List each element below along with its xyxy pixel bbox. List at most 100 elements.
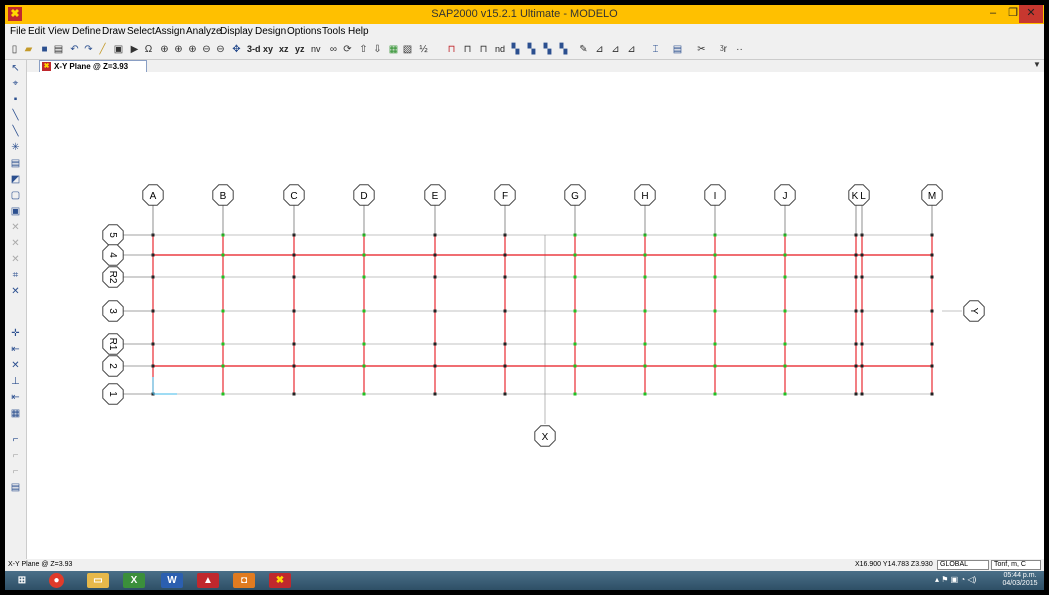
section-icon-1[interactable]: ▚ bbox=[509, 43, 522, 56]
joint-M-1[interactable] bbox=[930, 392, 934, 396]
joint-F-3[interactable] bbox=[503, 309, 507, 313]
frame-icon-3[interactable]: ⊓ bbox=[477, 43, 490, 56]
joint-H-2[interactable] bbox=[643, 364, 647, 368]
draw-frame-icon[interactable]: ╲ bbox=[9, 109, 22, 122]
joint-D-2[interactable] bbox=[362, 364, 366, 368]
joint-J-3[interactable] bbox=[783, 309, 787, 313]
move-down-icon[interactable]: ⇩ bbox=[371, 43, 384, 56]
joint-M-4[interactable] bbox=[930, 253, 934, 257]
joint-C-3[interactable] bbox=[292, 309, 296, 313]
joint-C-1[interactable] bbox=[292, 392, 296, 396]
joint-J-4[interactable] bbox=[783, 253, 787, 257]
draw-link-icon[interactable]: ✕ bbox=[9, 221, 22, 234]
run-analysis-icon[interactable]: ▶ bbox=[128, 43, 141, 56]
joint-D-1[interactable] bbox=[362, 392, 366, 396]
autocad-icon[interactable]: ▲ bbox=[197, 573, 219, 588]
menu-help[interactable]: Help bbox=[348, 26, 369, 37]
undo-icon[interactable]: ↶ bbox=[68, 43, 81, 56]
quick-draw-solid-icon[interactable]: ✕ bbox=[9, 253, 22, 266]
pen-icon[interactable]: ✎ bbox=[577, 43, 590, 56]
joint-E-2[interactable] bbox=[433, 364, 437, 368]
joint-K-R2[interactable] bbox=[854, 275, 858, 279]
file-explorer-icon[interactable]: ▭ bbox=[87, 573, 109, 588]
joint-G-4[interactable] bbox=[573, 253, 577, 257]
menu-analyze[interactable]: Analyze bbox=[186, 26, 222, 37]
joint-G-2[interactable] bbox=[573, 364, 577, 368]
joint-B-R1[interactable] bbox=[221, 342, 225, 346]
start-button[interactable]: ⊞ bbox=[13, 573, 31, 588]
joint-M-R2[interactable] bbox=[930, 275, 934, 279]
view-yz-button[interactable]: yz bbox=[295, 44, 305, 54]
system-tray[interactable]: ▴ ⚑ ▣ ◔ ◁) bbox=[935, 575, 976, 584]
menu-define[interactable]: Define bbox=[72, 26, 101, 37]
joint-G-R2[interactable] bbox=[573, 275, 577, 279]
draw-joint-icon[interactable]: ▪ bbox=[9, 93, 22, 106]
draw-solid-icon[interactable]: ✕ bbox=[9, 237, 22, 250]
view-xz-button[interactable]: xz bbox=[279, 44, 289, 54]
section-icon-3[interactable]: ▚ bbox=[541, 43, 554, 56]
joint-F-1[interactable] bbox=[503, 392, 507, 396]
zoom-icon-2[interactable]: ⊕ bbox=[172, 43, 185, 56]
excel-icon[interactable]: X bbox=[123, 573, 145, 588]
perspective-icon[interactable]: ∞ bbox=[327, 43, 340, 56]
frame-icon[interactable]: ⊓ bbox=[445, 43, 458, 56]
joint-J-2[interactable] bbox=[783, 364, 787, 368]
joint-C-R1[interactable] bbox=[292, 342, 296, 346]
joint-D-4[interactable] bbox=[362, 253, 366, 257]
joint-F-2[interactable] bbox=[503, 364, 507, 368]
rubber-band-zoom-icon[interactable]: Ω bbox=[142, 43, 155, 56]
joint-J-1[interactable] bbox=[783, 392, 787, 396]
joint-L-4[interactable] bbox=[860, 253, 864, 257]
display-options-icon[interactable]: ▧ bbox=[401, 43, 414, 56]
snap-lines-icon[interactable]: ⇤ bbox=[9, 391, 22, 404]
joint-B-4[interactable] bbox=[221, 253, 225, 257]
word-icon[interactable]: W bbox=[161, 573, 183, 588]
menu-file[interactable]: File bbox=[10, 26, 26, 37]
snap-icon-3[interactable]: ⌐ bbox=[9, 465, 22, 478]
joint-I-1[interactable] bbox=[713, 392, 717, 396]
show-undeformed-icon[interactable]: ½ bbox=[417, 43, 430, 56]
plan-view-svg[interactable]: A B C D E F G H I J K L M 5 4 R2 3 R1 2 1 X Y bbox=[27, 72, 1044, 559]
joint-H-1[interactable] bbox=[643, 392, 647, 396]
model-canvas[interactable]: A B C D E F G H I J K L M 5 4 R2 3 R1 2 1 X Y bbox=[27, 72, 1044, 559]
pointer-icon[interactable]: ↖ bbox=[9, 62, 22, 75]
joint-E-3[interactable] bbox=[433, 309, 437, 313]
joint-L-1[interactable] bbox=[860, 392, 864, 396]
joint-K-R1[interactable] bbox=[854, 342, 858, 346]
pan-icon[interactable]: ✥ bbox=[230, 43, 243, 56]
section-cut-icon[interactable]: ⌶ bbox=[649, 43, 662, 56]
joint-L-3[interactable] bbox=[860, 309, 864, 313]
joint-B-3[interactable] bbox=[221, 309, 225, 313]
section-icon-2[interactable]: ▚ bbox=[525, 43, 538, 56]
draw-section-cut-icon[interactable]: ⌗ bbox=[9, 269, 22, 282]
joint-L-2[interactable] bbox=[860, 364, 864, 368]
joint-J-R2[interactable] bbox=[783, 275, 787, 279]
snap-ends-icon[interactable]: ⇤ bbox=[9, 343, 22, 356]
text-icon[interactable]: ᶾr bbox=[717, 43, 730, 56]
frame-icon-2[interactable]: ⊓ bbox=[461, 43, 474, 56]
joint-D-R2[interactable] bbox=[362, 275, 366, 279]
sap2000-task-icon[interactable]: ✖ bbox=[269, 573, 291, 588]
open-icon[interactable]: ▰ bbox=[22, 43, 35, 56]
table-icon[interactable]: ▤ bbox=[671, 43, 684, 56]
joint-L-R2[interactable] bbox=[860, 275, 864, 279]
joint-G-3[interactable] bbox=[573, 309, 577, 313]
joint-K-4[interactable] bbox=[854, 253, 858, 257]
snap-icon-4[interactable]: ▤ bbox=[9, 481, 22, 494]
snap-intersections-icon[interactable]: ✕ bbox=[9, 359, 22, 372]
joint-I-R2[interactable] bbox=[713, 275, 717, 279]
joint-B-R2[interactable] bbox=[221, 275, 225, 279]
draw-rect-area-icon[interactable]: ▢ bbox=[9, 189, 22, 202]
joint-F-R1[interactable] bbox=[503, 342, 507, 346]
refresh-icon[interactable]: ╱ bbox=[96, 43, 109, 56]
zoom-icon-5[interactable]: ⊖ bbox=[214, 43, 227, 56]
joint-H-4[interactable] bbox=[643, 253, 647, 257]
new-model-icon[interactable]: ▯ bbox=[8, 43, 21, 56]
tab-xy-plane[interactable]: ✖ X-Y Plane @ Z=3.93 bbox=[39, 60, 147, 72]
draw-secondary-beams-icon[interactable]: ▤ bbox=[9, 157, 22, 170]
object-shrink-icon[interactable]: ▦ bbox=[387, 43, 400, 56]
joint-H-R2[interactable] bbox=[643, 275, 647, 279]
minimize-button[interactable]: – bbox=[983, 5, 1003, 23]
reshape-icon[interactable]: ⌖ bbox=[9, 77, 22, 90]
menu-select[interactable]: Select bbox=[127, 26, 155, 37]
